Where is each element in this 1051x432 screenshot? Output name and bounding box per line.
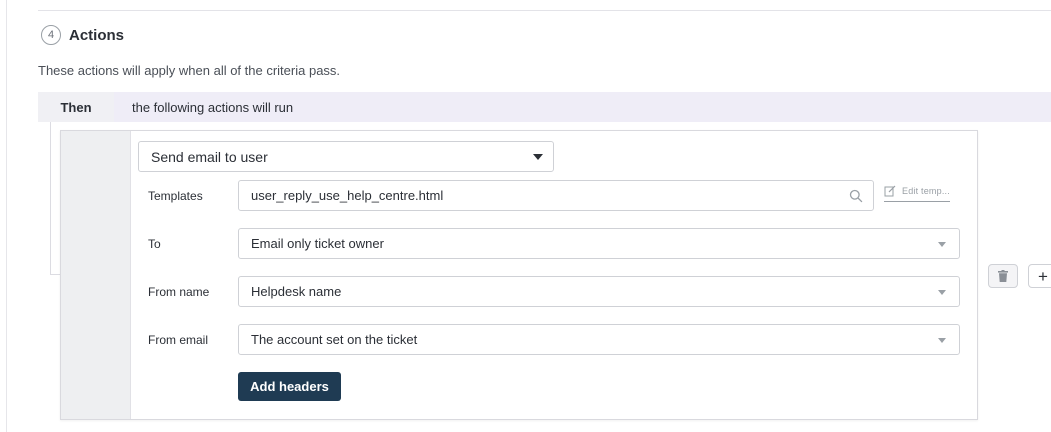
templates-label: Templates: [148, 189, 203, 203]
edit-template-label: Edit temp...: [902, 186, 950, 196]
action-card: [60, 130, 978, 420]
then-bar: Then the following actions will run: [38, 92, 1051, 122]
to-value: Email only ticket owner: [251, 236, 384, 251]
tree-connector-stub: [50, 274, 60, 275]
from-email-value: The account set on the ticket: [251, 332, 418, 347]
section-header: 4 Actions: [41, 24, 124, 46]
caret-down-icon: [938, 290, 946, 295]
search-icon[interactable]: [849, 189, 863, 203]
from-name-select[interactable]: Helpdesk name: [238, 276, 960, 307]
caret-down-icon: [533, 154, 543, 160]
from-name-label: From name: [148, 285, 210, 299]
templates-input[interactable]: user_reply_use_help_centre.html: [238, 180, 874, 211]
templates-value: user_reply_use_help_centre.html: [251, 188, 444, 203]
section-description: These actions will apply when all of the…: [38, 63, 341, 78]
section-title: Actions: [69, 26, 125, 44]
caret-down-icon: [938, 242, 946, 247]
caret-down-icon: [938, 338, 946, 343]
plus-icon: +: [1038, 266, 1048, 286]
edit-template-link[interactable]: Edit temp...: [884, 182, 950, 202]
then-text: the following actions will run: [114, 92, 1051, 122]
tree-connector-line: [50, 122, 51, 275]
edit-icon: [884, 185, 896, 197]
step-number-badge: 4: [41, 25, 61, 45]
action-type-select[interactable]: Send email to user: [138, 141, 554, 172]
from-name-value: Helpdesk name: [251, 284, 342, 299]
trash-icon: [998, 270, 1008, 282]
delete-action-button[interactable]: [988, 264, 1018, 288]
from-email-label: From email: [148, 333, 209, 347]
to-select[interactable]: Email only ticket owner: [238, 228, 960, 259]
add-headers-button[interactable]: Add headers: [238, 372, 341, 401]
add-action-button[interactable]: +: [1028, 264, 1051, 288]
action-card-drag-gutter[interactable]: [61, 131, 131, 419]
from-email-select[interactable]: The account set on the ticket: [238, 324, 960, 355]
section-top-divider: [38, 10, 1051, 11]
to-label: To: [148, 237, 161, 251]
left-divider: [6, 0, 7, 432]
then-label: Then: [38, 92, 114, 122]
action-type-value: Send email to user: [151, 148, 268, 165]
